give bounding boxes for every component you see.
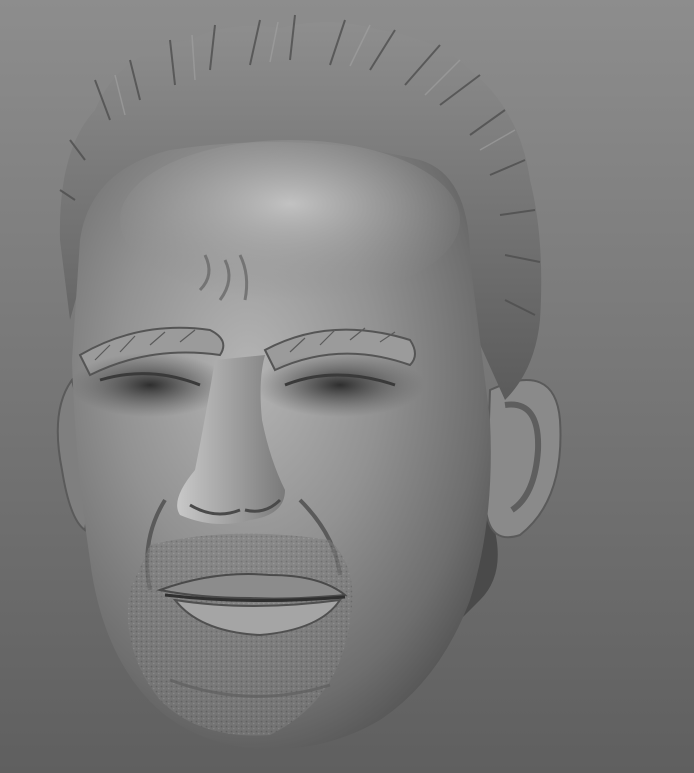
right-ear [484,379,562,539]
eye-socket-left [70,353,230,417]
forehead-highlight [120,140,460,300]
eye-socket-right [255,353,425,417]
sculpt-viewport[interactable] [0,0,694,773]
sculpted-head-render [56,14,562,750]
